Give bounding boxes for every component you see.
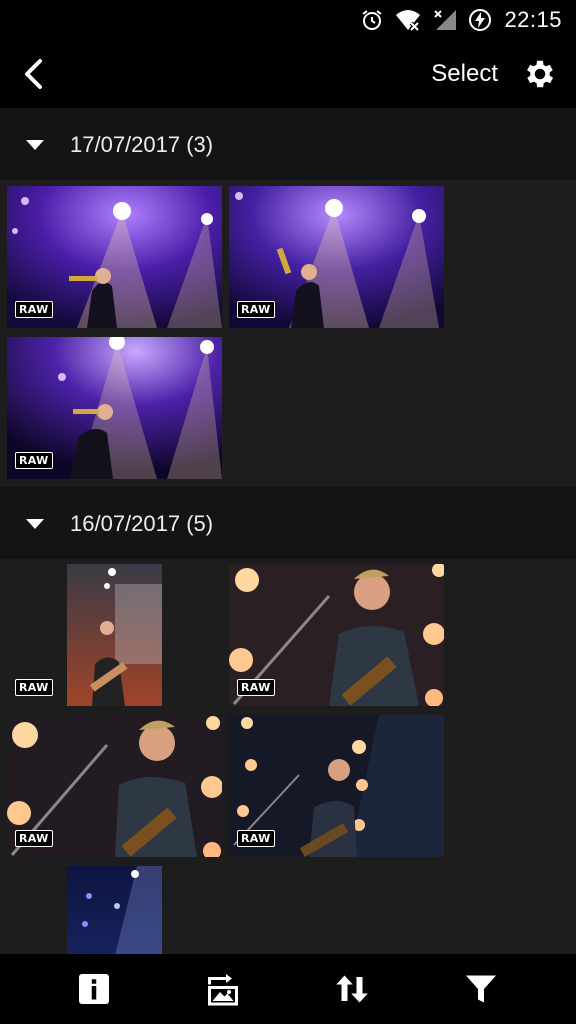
raw-badge: RAW [237, 301, 275, 318]
info-button[interactable] [76, 971, 112, 1007]
battery-charging-icon [469, 9, 492, 31]
raw-badge: RAW [15, 679, 53, 696]
photo-thumbnail[interactable]: RAW [229, 186, 444, 328]
status-bar: 22:15 [0, 0, 576, 40]
bottom-toolbar [0, 954, 576, 1024]
select-button[interactable]: Select [431, 60, 498, 88]
settings-button[interactable] [522, 56, 558, 92]
concert-photo-portrait [7, 866, 222, 954]
image-transfer-button[interactable] [205, 971, 241, 1007]
cell-signal-icon [434, 10, 457, 30]
photo-thumbnail[interactable]: RAW [7, 186, 222, 328]
collapse-triangle-icon [26, 519, 44, 529]
alarm-icon [362, 10, 383, 30]
raw-badge: RAW [237, 679, 275, 696]
photo-thumbnail[interactable]: RAW [229, 715, 444, 857]
sort-button[interactable] [334, 971, 370, 1007]
photo-thumbnail[interactable] [7, 866, 222, 954]
status-icons: 22:15 [360, 6, 562, 34]
photo-thumbnail[interactable]: RAW [7, 337, 222, 479]
date-group-label: 16/07/2017 (5) [70, 511, 214, 536]
filter-button[interactable] [463, 971, 499, 1007]
app-bar: Select [0, 40, 576, 108]
filter-icon [466, 975, 496, 1003]
photo-thumbnail[interactable]: RAW [7, 715, 222, 857]
date-group-label: 17/07/2017 (3) [70, 132, 214, 157]
photo-thumbnail[interactable]: RAW [7, 564, 222, 706]
photo-list[interactable]: 17/07/2017 (3) RAW RAW RAW 16/07/2017 (5… [0, 108, 576, 954]
status-time: 22:15 [504, 7, 562, 32]
wifi-icon [396, 10, 421, 32]
back-button[interactable] [14, 54, 54, 94]
date-group-header[interactable]: 17/07/2017 (3) [0, 108, 576, 180]
raw-badge: RAW [15, 301, 53, 318]
raw-badge: RAW [237, 830, 275, 847]
photo-thumbnail[interactable]: RAW [229, 564, 444, 706]
sort-icon [336, 975, 368, 1003]
collapse-triangle-icon [26, 140, 44, 150]
date-group-header[interactable]: 16/07/2017 (5) [0, 487, 576, 559]
info-icon [79, 974, 109, 1004]
image-transfer-icon [208, 974, 238, 1006]
gear-icon [527, 60, 554, 88]
raw-badge: RAW [15, 830, 53, 847]
raw-badge: RAW [15, 452, 53, 469]
back-arrow-icon [25, 59, 42, 89]
